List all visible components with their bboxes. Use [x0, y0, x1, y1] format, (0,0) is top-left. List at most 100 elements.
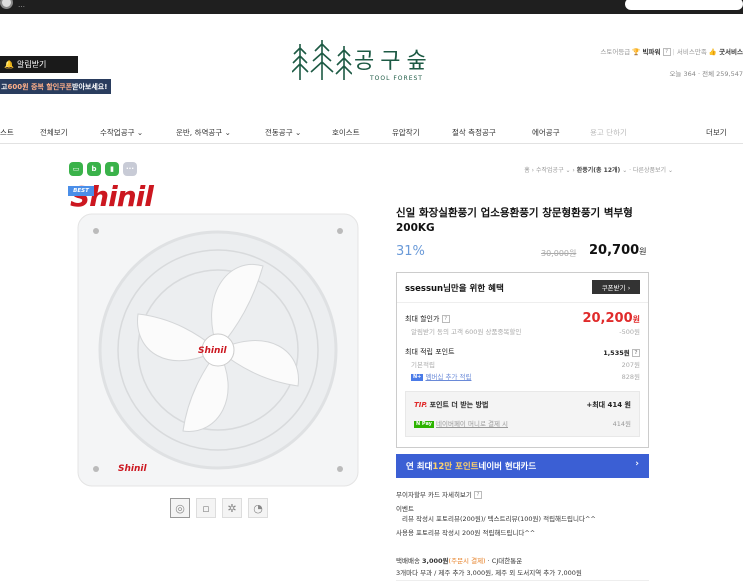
- store-grade-label: 스토어등급: [600, 48, 631, 56]
- topbar-text: …: [18, 1, 25, 9]
- thumbnail-2[interactable]: ▫: [196, 498, 216, 518]
- nav-item-hand-tools[interactable]: 수작업공구 ⌄: [100, 127, 143, 138]
- store-logo[interactable]: 공구숲 TOOL FOREST: [291, 38, 452, 88]
- nav-item-more[interactable]: 더보기: [706, 127, 727, 138]
- event-text: 리뷰 작성시 포토리뷰(200원)/ 텍스트리뷰(100원) 적립해드립니다^^: [402, 515, 596, 523]
- nav-item-transport[interactable]: 운반, 하역공구 ⌄: [176, 127, 231, 138]
- max-discount-label-text: 최대 할인가: [405, 315, 440, 323]
- nav-label: 운반, 하역공구: [176, 128, 223, 137]
- nav-item-hydraulic[interactable]: 유압작기: [392, 127, 420, 138]
- shipping-label: 택배배송: [396, 557, 420, 565]
- coupon-button[interactable]: 쿠폰받기 ›: [592, 280, 640, 294]
- usage-text: 포토리뷰 작성시 200원 적립해드립니다^^: [416, 529, 536, 537]
- alarm-coupon-value: -500원: [619, 328, 640, 336]
- membership-link[interactable]: 멤버십 추가 적립: [425, 373, 471, 381]
- chevron-down-icon: ⌄: [136, 128, 144, 137]
- breadcrumb-home[interactable]: 홈: [524, 167, 530, 174]
- max-discount-value: 20,200: [582, 311, 633, 326]
- forest-logo-icon: [291, 40, 353, 80]
- card-promo-banner[interactable]: 연 최대 12만 포인트 네이버 현대카드 ›: [396, 454, 649, 478]
- shipping-fee: 3,000원: [422, 557, 449, 565]
- top-bar: …: [0, 0, 743, 14]
- thumbnail-strip: ◎ ▫ ✲ ◔: [170, 498, 268, 518]
- discount-rate: 31%: [396, 244, 425, 259]
- sale-price: 20,700원: [589, 243, 647, 258]
- original-price: 30,000원: [541, 249, 577, 258]
- alarm-coupon-desc: 알림받기 동의 고객 600원 상품중복할인: [411, 328, 522, 336]
- nav-label: 수작업공구: [100, 128, 135, 137]
- store-grade-value: 빅파워: [642, 48, 661, 56]
- npay-link[interactable]: 네이버페이 머니로 결제 시: [436, 420, 508, 428]
- chevron-down-icon: ⌄: [295, 128, 302, 137]
- help-icon[interactable]: ?: [662, 48, 671, 56]
- shipping-cod: (주문시 결제): [448, 557, 486, 565]
- promo-highlight: 600원 중복 할인쿠폰: [7, 82, 73, 91]
- tip-value: +최대 414 원: [586, 401, 631, 409]
- chevron-down-icon: ⌄: [224, 128, 231, 137]
- price-unit: 원: [639, 247, 647, 256]
- max-discount-label: 최대 할인가 ?: [405, 314, 450, 324]
- event-label: 이벤트: [396, 505, 414, 513]
- nav-item[interactable]: 스트: [0, 127, 14, 138]
- breadcrumb: 홈 › 수작업공구 ⌄ › 환풍기(총 12개) ⌄ · 다른상품보기 ⌄: [524, 167, 673, 174]
- thumbs-up-icon: 👍: [708, 48, 717, 56]
- basic-point-label: 기본적립: [411, 361, 435, 369]
- membership-value: 828원: [621, 373, 640, 381]
- chevron-right-icon: ›: [635, 459, 639, 469]
- max-point-value-text: 1,535원: [603, 349, 630, 357]
- product-title: 신일 화장실환풍기 업소용환풍기 창문형환풍기 벽부형 200KG: [396, 207, 633, 234]
- bell-icon: 🔔: [4, 60, 14, 69]
- service-label: 서비스만족: [676, 48, 707, 56]
- benefit-box: ssessun님만을 위한 혜택 쿠폰받기 › 최대 할인가 ? 20,200원…: [396, 272, 649, 448]
- shipping-company: · CJ대한통운: [487, 557, 523, 565]
- npay-row: N Pay 네이버페이 머니로 결제 시: [414, 418, 508, 428]
- breadcrumb-current[interactable]: 환풍기(총 12개): [577, 167, 621, 174]
- card-banner-prefix: 연 최대: [406, 462, 433, 472]
- divider: [396, 580, 649, 581]
- help-icon[interactable]: ?: [473, 491, 482, 499]
- svg-text:Shinil: Shinil: [118, 464, 147, 474]
- npay-icon: N Pay: [414, 420, 434, 428]
- service-value: 굿서비스: [719, 48, 743, 56]
- blog-share-icon[interactable]: b: [87, 162, 101, 176]
- talk-share-icon[interactable]: ▭: [69, 162, 83, 176]
- shipping-extra: 3개마다 부과 / 제주 추가 3,000원, 제주 외 도서지역 추가 7,0…: [396, 569, 582, 577]
- exhaust-fan-image: Shinil Shinil: [77, 213, 359, 487]
- divider: [397, 302, 648, 303]
- max-point-value: 1,535원 ?: [603, 347, 640, 357]
- benefit-heading: ssessun님만을 위한 혜택: [405, 284, 504, 294]
- more-share-icon[interactable]: ···: [123, 162, 137, 176]
- thumbnail-1[interactable]: ◎: [170, 498, 190, 518]
- card-banner-highlight: 12만 포인트: [432, 462, 479, 472]
- help-icon[interactable]: ?: [632, 349, 640, 357]
- sale-price-value: 20,700: [589, 243, 640, 258]
- bookmark-share-icon[interactable]: ▮: [105, 162, 119, 176]
- installment-text[interactable]: 무이자할부 카드 자세히보기: [396, 491, 472, 499]
- breadcrumb-category[interactable]: 수작업공구: [536, 167, 564, 174]
- nav-item-air-tools[interactable]: 에어공구: [532, 127, 560, 138]
- basic-point-value: 207원: [621, 361, 640, 369]
- store-badges: 스토어등급 🏆 빅파워 ? | 서비스만족 👍 굿서비스: [600, 48, 743, 56]
- store-profile-icon[interactable]: [0, 0, 13, 9]
- nav-item-power-tools[interactable]: 전동공구 ⌄: [265, 127, 301, 138]
- usage-label: 사용용: [396, 529, 414, 537]
- thumbnail-3[interactable]: ✲: [222, 498, 242, 518]
- max-discount-price: 20,200원: [582, 311, 640, 326]
- card-banner-suffix: 네이버 현대카드: [478, 462, 537, 472]
- alarm-button[interactable]: 🔔 알림받기: [0, 56, 78, 73]
- trophy-icon: 🏆: [632, 48, 641, 56]
- tip-row: TIP. 포인트 더 받는 방법: [414, 400, 488, 410]
- nav-item-faded[interactable]: 용고 단하기: [590, 127, 627, 138]
- nav-item-all[interactable]: 전체보기: [40, 127, 68, 138]
- category-nav: 스트 전체보기 수작업공구 ⌄ 운반, 하역공구 ⌄ 전동공구 ⌄ 호이스트 유…: [0, 122, 743, 144]
- breadcrumb-more[interactable]: 다른상품보기: [633, 167, 666, 174]
- tip-label: TIP.: [414, 401, 428, 409]
- thumbnail-4[interactable]: ◔: [248, 498, 268, 518]
- help-icon[interactable]: ?: [441, 315, 450, 323]
- product-main-image[interactable]: Shinil Shinil: [68, 186, 368, 488]
- usage-row: 사용용 포토리뷰 작성시 200원 적립해드립니다^^: [396, 527, 535, 537]
- nav-item-cutting[interactable]: 절삭 측정공구: [452, 127, 496, 138]
- search-input[interactable]: [625, 0, 743, 10]
- npay-value: 414원: [612, 420, 631, 428]
- nav-item-hoist[interactable]: 호이스트: [332, 127, 360, 138]
